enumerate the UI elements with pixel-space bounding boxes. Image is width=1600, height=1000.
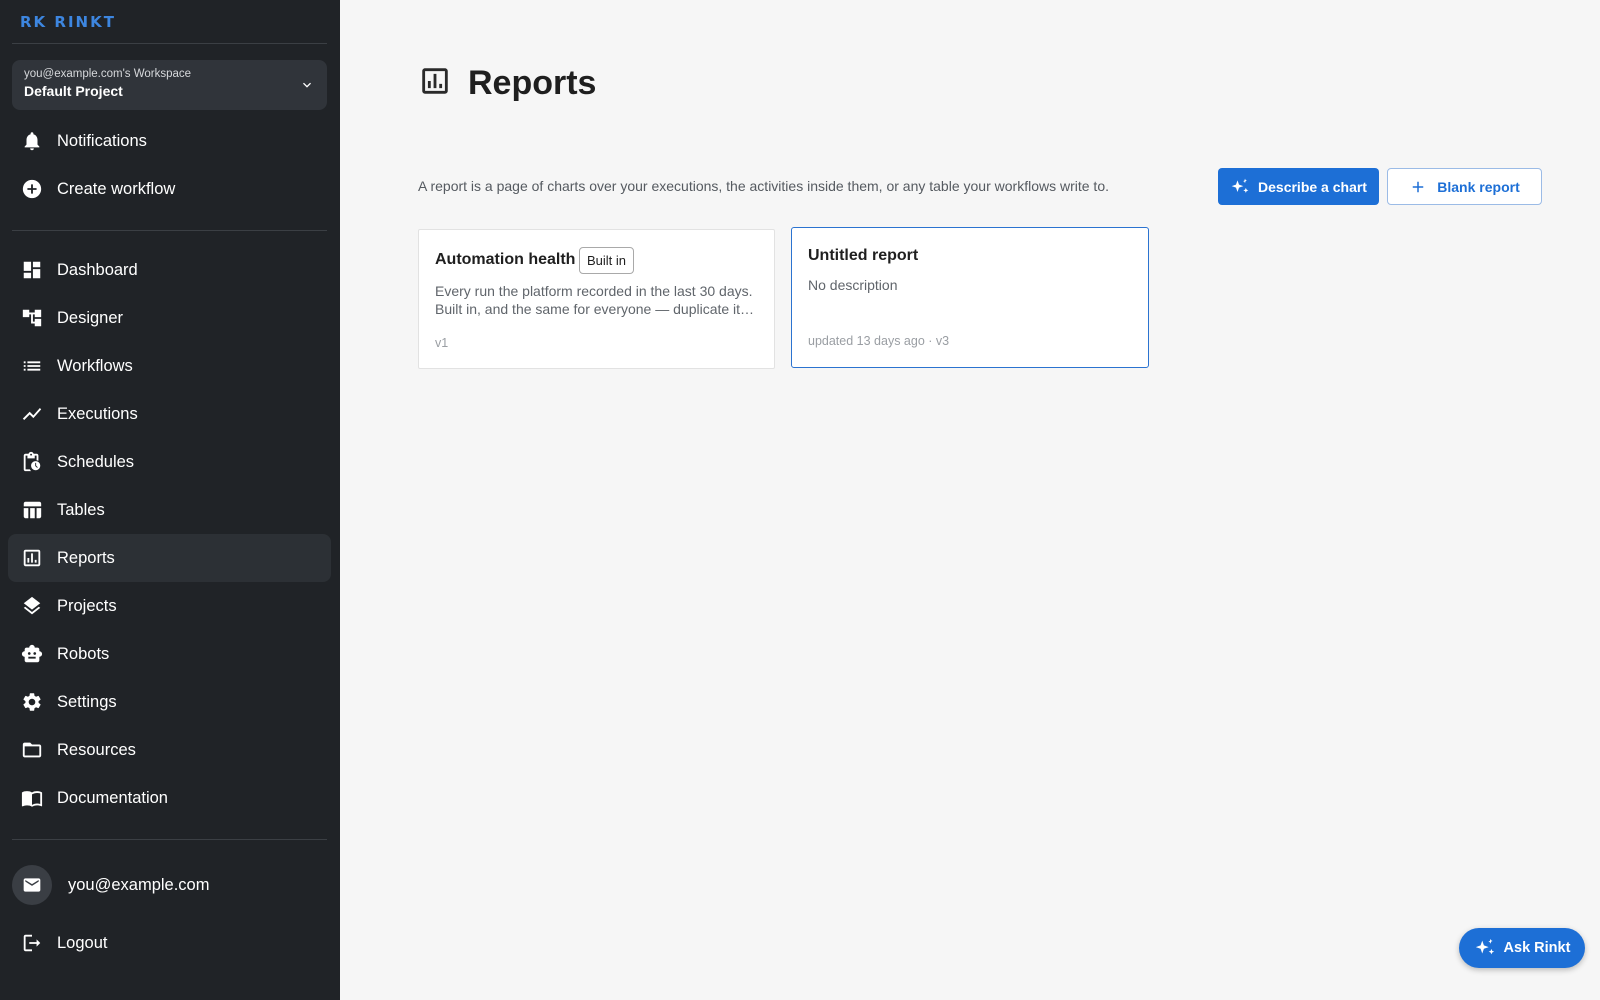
page-header: Reports [418, 64, 596, 103]
main-content: Reports A report is a page of charts ove… [340, 0, 1600, 1000]
logout-label: Logout [57, 933, 108, 952]
sidebar-item-workflows[interactable]: Workflows [8, 342, 331, 390]
sidebar-item-label: Projects [57, 596, 117, 615]
plus-circle-icon [21, 178, 43, 200]
report-chart-icon [21, 547, 43, 569]
table-icon [21, 499, 43, 521]
ask-rinkt-label: Ask Rinkt [1503, 940, 1571, 956]
blank-report-label: Blank report [1437, 178, 1520, 195]
gear-icon [21, 691, 43, 713]
blank-report-button[interactable]: Blank report [1387, 168, 1542, 205]
user-email: you@example.com [68, 875, 210, 894]
sidebar-item-settings[interactable]: Settings [8, 678, 331, 726]
sidebar-item-create-workflow[interactable]: Create workflow [8, 165, 331, 213]
report-card-automation-health[interactable]: Automation health Built in Every run the… [418, 229, 775, 369]
brand-logo[interactable]: RK RINKT [20, 12, 116, 32]
brand-name: RK RINKT [20, 13, 116, 31]
card-meta: updated 13 days ago · v3 [808, 334, 950, 348]
sidebar-item-label: Create workflow [57, 179, 176, 198]
sidebar-item-label: Documentation [57, 788, 168, 807]
divider [12, 839, 327, 840]
dashboard-icon [21, 259, 43, 281]
robot-icon [21, 643, 43, 665]
divider [12, 43, 327, 44]
sidebar: RK RINKT you@example.com's Workspace Def… [0, 0, 340, 1000]
sidebar-item-label: Notifications [57, 131, 147, 150]
sidebar-item-label: Reports [57, 548, 115, 567]
list-icon [21, 355, 43, 377]
sidebar-item-label: Schedules [57, 452, 135, 471]
sidebar-item-label: Executions [57, 404, 138, 423]
describe-chart-button[interactable]: Describe a chart [1218, 168, 1379, 205]
sparkle-icon [1475, 938, 1494, 955]
workspace-owner: you@example.com's Workspace [24, 68, 192, 80]
sidebar-item-designer[interactable]: Designer [8, 294, 331, 342]
card-meta: v1 [435, 336, 449, 350]
describe-chart-label: Describe a chart [1258, 178, 1367, 195]
card-title: Automation health [435, 251, 576, 268]
sidebar-item-label: Settings [57, 692, 117, 711]
sidebar-item-projects[interactable]: Projects [8, 582, 331, 630]
sidebar-item-resources[interactable]: Resources [8, 726, 331, 774]
report-card-untitled[interactable]: Untitled report No description updated 1… [791, 227, 1149, 368]
workspace-selector[interactable]: you@example.com's Workspace Default Proj… [12, 60, 327, 110]
page-title: Reports [468, 64, 597, 102]
sidebar-item-label: Designer [57, 308, 124, 327]
card-description-line: Built in, and the same for everyone — du… [435, 301, 755, 317]
workspace-project: Default Project [24, 83, 123, 99]
sidebar-item-documentation[interactable]: Documentation [8, 774, 331, 822]
sidebar-item-schedules[interactable]: Schedules [8, 438, 331, 486]
sidebar-item-label: Tables [57, 500, 105, 519]
avatar [12, 865, 52, 905]
report-chart-icon [418, 64, 452, 103]
designer-icon [21, 307, 43, 329]
user-profile[interactable]: you@example.com [12, 864, 209, 906]
sparkle-icon [1231, 178, 1249, 193]
sidebar-item-dashboard[interactable]: Dashboard [8, 246, 331, 294]
sidebar-item-label: Resources [57, 740, 136, 759]
plus-icon [1413, 181, 1424, 192]
folder-icon [21, 739, 43, 761]
divider [12, 230, 327, 231]
sidebar-item-robots[interactable]: Robots [8, 630, 331, 678]
card-title: Untitled report [808, 247, 919, 264]
ask-rinkt-button[interactable]: Ask Rinkt [1459, 928, 1585, 968]
sidebar-item-label: Dashboard [57, 260, 138, 279]
page-description: A report is a page of charts over your e… [418, 178, 1109, 194]
book-icon [21, 787, 43, 809]
sidebar-item-label: Robots [57, 644, 110, 663]
sidebar-item-notifications[interactable]: Notifications [8, 117, 331, 165]
sidebar-item-executions[interactable]: Executions [8, 390, 331, 438]
logout-button[interactable]: Logout [8, 919, 331, 967]
chevron-down-icon [303, 82, 311, 88]
mail-icon [23, 878, 41, 892]
clipboard-clock-icon [21, 451, 43, 473]
card-description-line: Every run the platform recorded in the l… [435, 283, 753, 299]
sidebar-item-label: Workflows [57, 356, 133, 375]
trend-icon [21, 403, 43, 425]
layers-icon [21, 595, 43, 617]
sidebar-item-tables[interactable]: Tables [8, 486, 331, 534]
built-in-badge: Built in [579, 247, 635, 274]
logout-icon [21, 932, 43, 954]
card-description: No description [808, 277, 898, 293]
card-description: Every run the platform recorded in the l… [435, 282, 762, 318]
sidebar-item-reports[interactable]: Reports [8, 534, 331, 582]
bell-icon [21, 130, 43, 152]
